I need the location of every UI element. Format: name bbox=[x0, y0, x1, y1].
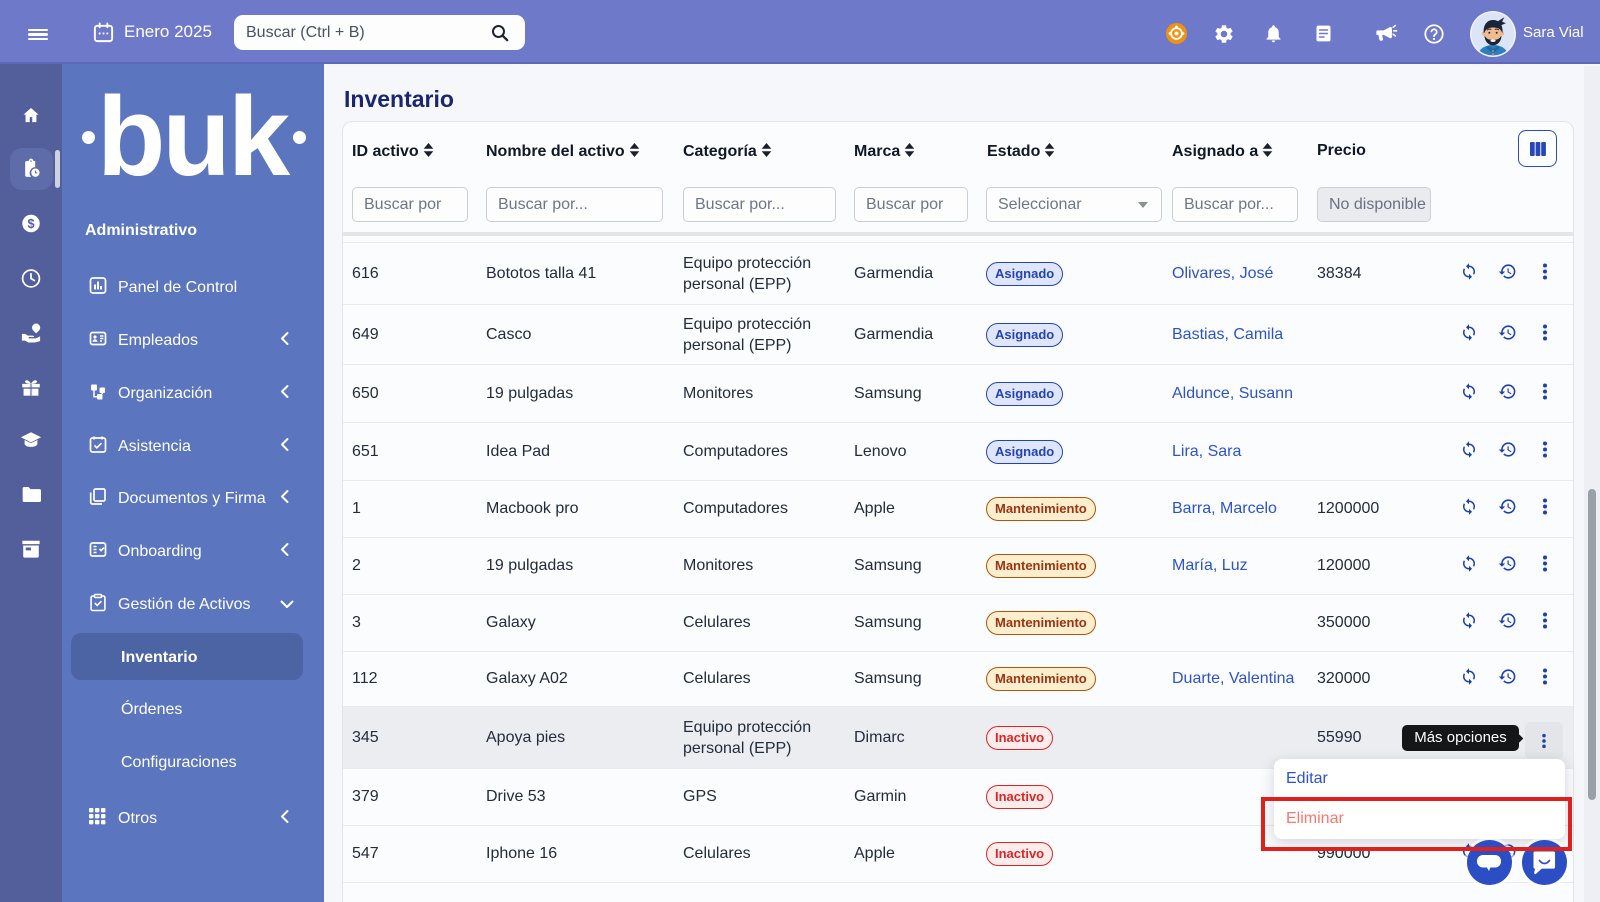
svg-text:$: $ bbox=[27, 217, 34, 231]
